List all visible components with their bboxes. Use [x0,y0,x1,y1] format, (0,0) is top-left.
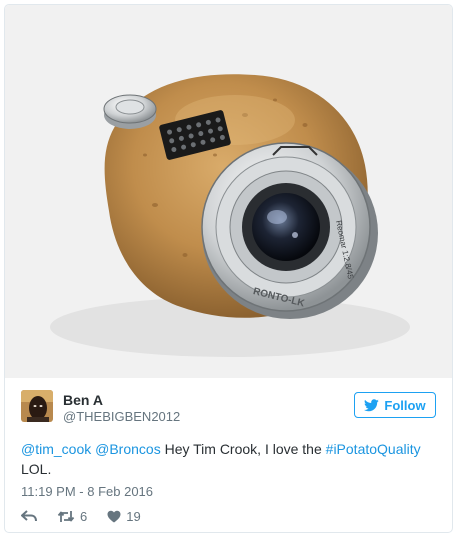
reply-icon [21,510,37,522]
reply-button[interactable] [21,509,37,523]
tweet-tail: LOL. [21,461,52,477]
heart-icon [107,510,121,522]
tweet-photo[interactable]: RONTO-LK Reomar 1:2.8/45 [5,5,452,378]
avatar[interactable] [21,390,53,422]
retweet-button[interactable]: 6 [57,509,87,524]
tweet-actions: 6 19 [21,507,161,525]
tweet-timestamp[interactable]: 11:19 PM - 8 Feb 2016 [21,484,153,499]
twitter-bird-icon [364,398,380,411]
retweet-count: 6 [80,508,88,524]
tweet-header: Ben A @THEBIGBEN2012 Follow [21,390,436,430]
mention-link[interactable]: @tim_cook [21,441,91,457]
like-button[interactable]: 19 [107,508,141,524]
tweet-body: Hey Tim Crook, I love the [164,441,322,457]
author-handle[interactable]: @THEBIGBEN2012 [63,409,180,424]
retweet-icon [57,510,75,522]
mention-link[interactable]: @Broncos [95,441,161,457]
tweet-text: @tim_cook @Broncos Hey Tim Crook, I love… [21,439,431,479]
shutter-dial [103,94,157,129]
follow-button[interactable]: Follow [354,392,436,418]
author-name[interactable]: Ben A [63,392,103,408]
like-count: 19 [126,508,141,524]
hashtag-link[interactable]: #iPotatoQuality [326,441,421,457]
follow-label: Follow [384,397,426,413]
tweet-card: RONTO-LK Reomar 1:2.8/45 Ben A @THEBIGBE… [4,4,453,533]
